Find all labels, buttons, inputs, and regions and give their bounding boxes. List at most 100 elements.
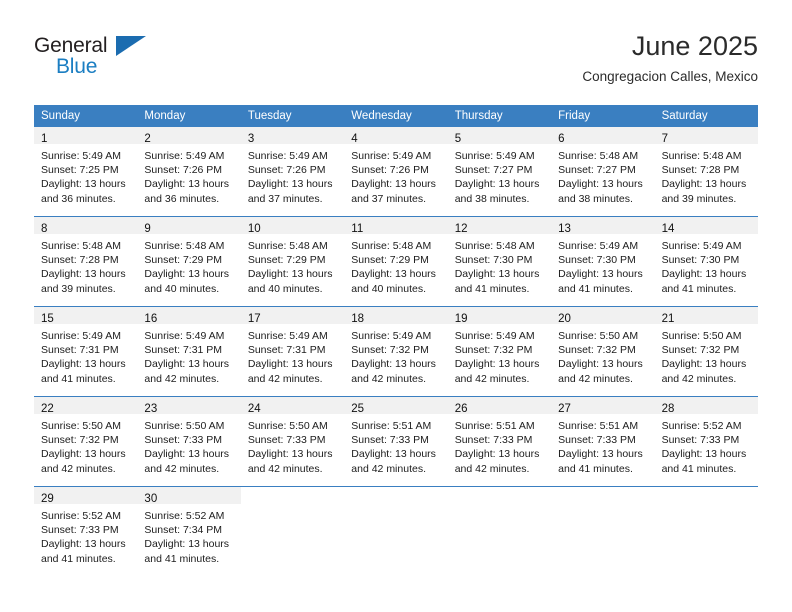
calendar-day-cell[interactable]: 23 Sunrise: 5:50 AM Sunset: 7:33 PM Dayligh… (137, 397, 241, 485)
daylight-text-line1: Daylight: 13 hours (661, 268, 747, 281)
calendar-day-cell[interactable]: 25 Sunrise: 5:51 AM Sunset: 7:33 PM Dayligh… (344, 397, 448, 485)
calendar-day-cell[interactable]: 10 Sunrise: 5:48 AM Sunset: 7:29 PM Dayligh… (240, 217, 345, 305)
calendar-day-cell[interactable]: 24 Sunrise: 5:50 AM Sunset: 7:33 PM Dayligh… (240, 397, 345, 485)
daylight-text-line1: Daylight: 13 hours (247, 268, 333, 281)
daylight-text-line2: and 41 minutes. (558, 282, 633, 295)
calendar-day-cell[interactable]: 9 Sunrise: 5:48 AM Sunset: 7:29 PM Daylight… (137, 217, 241, 305)
calendar-day-cell[interactable]: 4 Sunrise: 5:49 AM Sunset: 7:26 PM Daylight… (344, 127, 448, 215)
sunset-text: Sunset: 7:31 PM (247, 344, 326, 357)
calendar-week-row: 29 Sunrise: 5:52 AM Sunset: 7:33 PM Dayligh… (34, 487, 758, 575)
day-details: Sunrise: 5:52 AM Sunset: 7:34 PM Daylight:… (137, 504, 240, 566)
day-number: 5 (454, 133, 462, 145)
day-number-band: 11 (344, 217, 448, 235)
sunrise-text: Sunrise: 5:49 AM (454, 150, 535, 162)
sunset-text: Sunset: 7:30 PM (454, 254, 533, 267)
calendar-day-cell[interactable]: 30 Sunrise: 5:52 AM Sunset: 7:34 PM Dayligh… (137, 487, 241, 575)
calendar-day-cell[interactable]: 27 Sunrise: 5:51 AM Sunset: 7:33 PM Dayligh… (551, 397, 655, 485)
page-title: June 2025 (631, 31, 758, 61)
sunset-text: Sunset: 7:28 PM (41, 254, 119, 267)
day-number-band: 6 (551, 127, 655, 145)
daylight-text-line1: Daylight: 13 hours (247, 358, 333, 371)
daylight-text-line2: and 42 minutes. (661, 372, 737, 385)
day-number: 7 (661, 133, 668, 145)
calendar-day-cell[interactable]: 2 Sunrise: 5:49 AM Sunset: 7:26 PM Daylight… (137, 127, 241, 215)
day-details: Sunrise: 5:52 AM Sunset: 7:33 PM Daylight:… (655, 414, 758, 476)
day-number-band: 23 (137, 397, 241, 415)
sunset-text: Sunset: 7:33 PM (247, 434, 326, 447)
calendar-day-cell[interactable]: 6 Sunrise: 5:48 AM Sunset: 7:27 PM Daylight… (551, 127, 655, 215)
calendar-cell-empty (240, 487, 345, 575)
day-number-band: 17 (240, 307, 345, 325)
calendar-day-cell[interactable]: 22 Sunrise: 5:50 AM Sunset: 7:32 PM Dayligh… (34, 397, 138, 485)
sunset-text: Sunset: 7:33 PM (41, 524, 119, 537)
calendar-day-cell[interactable]: 21 Sunrise: 5:50 AM Sunset: 7:32 PM Dayligh… (654, 307, 758, 395)
calendar-day-cell[interactable]: 18 Sunrise: 5:49 AM Sunset: 7:32 PM Dayligh… (344, 307, 448, 395)
daylight-text-line2: and 41 minutes. (41, 372, 116, 385)
calendar-day-cell[interactable]: 1 Sunrise: 5:49 AM Sunset: 7:25 PM Daylight… (34, 127, 138, 215)
sunrise-text: Sunrise: 5:49 AM (41, 150, 121, 162)
day-number: 6 (558, 133, 565, 145)
calendar-day-cell[interactable]: 26 Sunrise: 5:51 AM Sunset: 7:33 PM Dayligh… (447, 397, 552, 485)
day-details: Sunrise: 5:49 AM Sunset: 7:31 PM Daylight:… (34, 324, 137, 386)
day-number-band: 18 (344, 307, 448, 325)
sunset-text: Sunset: 7:33 PM (558, 434, 636, 447)
day-number-band: 5 (447, 127, 552, 145)
day-number: 20 (558, 313, 571, 325)
day-details: Sunrise: 5:52 AM Sunset: 7:33 PM Daylight:… (34, 504, 137, 566)
day-number-band: 22 (34, 397, 138, 415)
calendar-day-cell[interactable]: 5 Sunrise: 5:49 AM Sunset: 7:27 PM Daylight… (447, 127, 552, 215)
calendar-day-cell[interactable]: 3 Sunrise: 5:49 AM Sunset: 7:26 PM Daylight… (240, 127, 345, 215)
daylight-text-line2: and 40 minutes. (144, 282, 220, 295)
daylight-text-line1: Daylight: 13 hours (454, 268, 540, 281)
day-number-band: 24 (240, 397, 345, 415)
daylight-text-line1: Daylight: 13 hours (351, 268, 436, 281)
daylight-text-line2: and 39 minutes. (41, 282, 116, 295)
day-number: 23 (144, 403, 158, 415)
day-details: Sunrise: 5:49 AM Sunset: 7:31 PM Daylight:… (137, 324, 240, 386)
day-number-band (240, 487, 345, 504)
sunset-text: Sunset: 7:30 PM (661, 254, 740, 267)
sunrise-text: Sunrise: 5:49 AM (144, 330, 225, 342)
calendar-day-cell[interactable]: 11 Sunrise: 5:48 AM Sunset: 7:29 PM Dayligh… (344, 217, 448, 305)
calendar-day-cell[interactable]: 19 Sunrise: 5:49 AM Sunset: 7:32 PM Dayligh… (447, 307, 552, 395)
sunrise-text: Sunrise: 5:48 AM (454, 240, 535, 252)
day-number: 3 (247, 133, 255, 145)
sunrise-text: Sunrise: 5:51 AM (558, 420, 639, 432)
day-number-band: 30 (137, 487, 241, 505)
day-number: 14 (661, 223, 675, 235)
calendar-day-cell[interactable]: 28 Sunrise: 5:52 AM Sunset: 7:33 PM Dayligh… (654, 397, 758, 485)
day-number: 16 (144, 313, 158, 325)
sunrise-text: Sunrise: 5:49 AM (661, 240, 742, 252)
sunrise-text: Sunrise: 5:48 AM (351, 240, 432, 252)
day-number-band: 25 (344, 397, 448, 415)
daylight-text-line1: Daylight: 13 hours (454, 448, 540, 461)
day-number: 22 (41, 403, 54, 415)
calendar-day-cell[interactable]: 17 Sunrise: 5:49 AM Sunset: 7:31 PM Dayligh… (240, 307, 345, 395)
calendar-day-cell[interactable]: 29 Sunrise: 5:52 AM Sunset: 7:33 PM Dayligh… (34, 487, 138, 575)
day-number-band: 9 (137, 217, 241, 235)
day-details: Sunrise: 5:49 AM Sunset: 7:31 PM Daylight:… (241, 324, 344, 386)
calendar-day-cell[interactable]: 14 Sunrise: 5:49 AM Sunset: 7:30 PM Dayligh… (654, 217, 758, 305)
sunrise-text: Sunrise: 5:52 AM (661, 420, 742, 432)
day-details: Sunrise: 5:48 AM Sunset: 7:30 PM Daylight:… (448, 234, 551, 296)
generalblue-logo[interactable]: General Blue (34, 34, 164, 84)
daylight-text-line1: Daylight: 13 hours (351, 358, 436, 371)
calendar-cell-empty (551, 487, 655, 575)
calendar-day-cell[interactable]: 7 Sunrise: 5:48 AM Sunset: 7:28 PM Daylight… (654, 127, 758, 215)
sunrise-text: Sunrise: 5:48 AM (247, 240, 328, 252)
calendar-day-cell[interactable]: 12 Sunrise: 5:48 AM Sunset: 7:30 PM Dayligh… (447, 217, 552, 305)
daylight-text-line2: and 37 minutes. (351, 192, 426, 205)
calendar-day-cell[interactable]: 20 Sunrise: 5:50 AM Sunset: 7:32 PM Dayligh… (551, 307, 655, 395)
day-number: 13 (558, 223, 571, 235)
page-header: General Blue June 2025 Congregacion Call… (34, 30, 758, 92)
day-details: Sunrise: 5:51 AM Sunset: 7:33 PM Daylight:… (448, 414, 551, 476)
daylight-text-line2: and 38 minutes. (558, 192, 633, 205)
day-number: 10 (247, 223, 261, 235)
calendar-day-cell[interactable]: 8 Sunrise: 5:48 AM Sunset: 7:28 PM Daylight… (34, 217, 138, 305)
calendar-day-cell[interactable]: 13 Sunrise: 5:49 AM Sunset: 7:30 PM Dayligh… (551, 217, 655, 305)
calendar-day-cell[interactable]: 15 Sunrise: 5:49 AM Sunset: 7:31 PM Dayligh… (34, 307, 138, 395)
sunrise-text: Sunrise: 5:50 AM (247, 420, 328, 432)
day-details: Sunrise: 5:49 AM Sunset: 7:25 PM Daylight:… (34, 144, 137, 206)
calendar-day-cell[interactable]: 16 Sunrise: 5:49 AM Sunset: 7:31 PM Dayligh… (137, 307, 241, 395)
sunset-text: Sunset: 7:26 PM (144, 164, 223, 177)
